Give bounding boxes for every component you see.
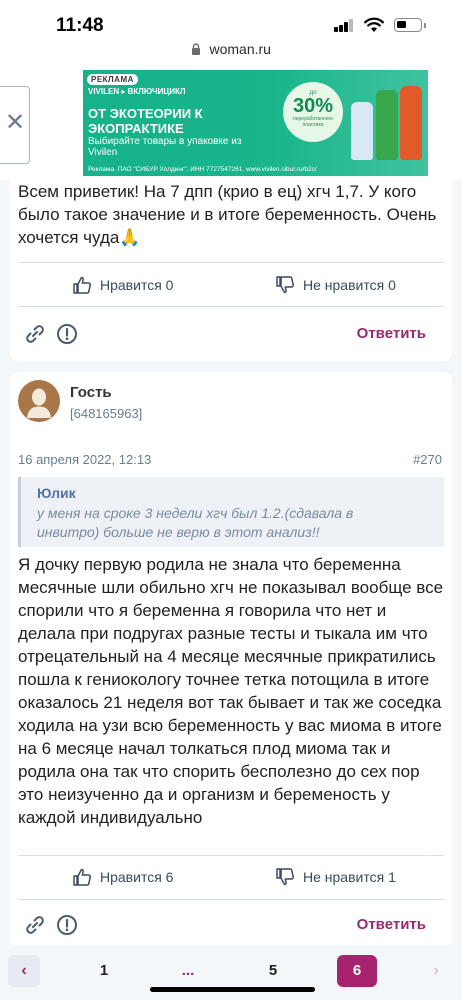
- post-number[interactable]: #270: [413, 452, 442, 467]
- like-label: Нравится 0: [100, 277, 174, 293]
- ad-close-button[interactable]: ✕: [0, 86, 30, 164]
- bottle-image: [400, 86, 422, 160]
- prev-page-button[interactable]: ‹: [8, 955, 40, 987]
- divider: [18, 306, 444, 307]
- ad-badge-pre: до: [309, 90, 317, 96]
- report-icon[interactable]: [56, 914, 78, 936]
- thumbs-up-icon: [73, 276, 92, 294]
- dislike-label: Не нравится 1: [303, 869, 396, 885]
- quote-text: у меня на сроке 3 недели хгч был 1.2.(сд…: [37, 505, 354, 540]
- thumbs-down-icon: [276, 868, 295, 886]
- current-page[interactable]: 6: [337, 955, 377, 987]
- avatar[interactable]: [18, 380, 60, 422]
- page-link-1[interactable]: 1: [89, 955, 119, 987]
- home-indicator: [150, 987, 315, 992]
- user-silhouette-icon: [27, 388, 51, 418]
- like-button[interactable]: Нравится 6: [72, 867, 173, 887]
- thumbs-up-icon: [73, 868, 92, 886]
- link-icon[interactable]: [24, 323, 46, 345]
- ad-legal: Реклама. ПАО "СИБУР Холдинг". ИНН 772754…: [88, 166, 317, 173]
- comment-card: Всем приветик! На 7 дпп (крио в ец) хгч …: [10, 180, 452, 361]
- divider: [18, 262, 444, 263]
- status-bar: 11:48: [0, 0, 462, 40]
- comment-text: Всем приветик! На 7 дпп (крио в ец) хгч …: [18, 182, 437, 247]
- dislike-button[interactable]: Не нравится 1: [275, 867, 396, 887]
- status-time: 11:48: [56, 15, 104, 36]
- post-date: 16 апреля 2022, 12:13: [18, 452, 152, 467]
- quote-block: Юлик у меня на сроке 3 недели хгч был 1.…: [18, 477, 444, 547]
- battery-icon: [394, 18, 426, 32]
- link-icon[interactable]: [24, 914, 46, 936]
- comment-text: Я дочку первую родила не знала что берем…: [18, 555, 444, 827]
- bottle-image: [376, 90, 398, 160]
- ad-area: ✕ РЕКЛАМА VIVILEN ▸ ВКЛЮЧИЦИКЛ ОТ ЭКОТЕО…: [0, 68, 462, 180]
- ad-tag: РЕКЛАМА: [87, 74, 138, 85]
- url-bar[interactable]: woman.ru: [0, 40, 462, 68]
- thumbs-down-icon: [276, 276, 295, 294]
- ad-banner[interactable]: РЕКЛАМА VIVILEN ▸ ВКЛЮЧИЦИКЛ ОТ ЭКОТЕОРИ…: [83, 70, 428, 176]
- dislike-label: Не нравится 0: [303, 277, 396, 293]
- ad-brand: VIVILEN ▸ ВКЛЮЧИЦИКЛ: [88, 87, 186, 96]
- ad-badge: до 30% переработанного пластика: [283, 82, 343, 142]
- author-id: [648165963]: [70, 406, 143, 421]
- page-link-5[interactable]: 5: [258, 955, 288, 987]
- next-page-button[interactable]: ›: [420, 955, 452, 987]
- wifi-icon: [364, 17, 384, 32]
- ad-headline: ОТ ЭКОТЕОРИИ К ЭКОПРАКТИКЕ: [88, 106, 203, 136]
- ad-subtitle: Выбирайте товары в упаковке из Vivilen: [88, 136, 242, 158]
- divider: [18, 899, 444, 900]
- lock-icon: [192, 43, 201, 55]
- divider: [18, 855, 444, 856]
- like-button[interactable]: Нравится 0: [72, 275, 173, 295]
- cellular-signal-icon: [334, 19, 354, 32]
- reply-button[interactable]: Ответить: [357, 325, 426, 342]
- dislike-button[interactable]: Не нравится 0: [275, 275, 396, 295]
- close-icon: ✕: [5, 109, 26, 136]
- like-label: Нравится 6: [100, 869, 174, 885]
- url-text: woman.ru: [209, 40, 271, 57]
- ad-badge-post: переработанного пластика: [293, 116, 333, 128]
- report-icon[interactable]: [56, 323, 78, 345]
- page-ellipsis[interactable]: ...: [173, 955, 203, 987]
- bottle-image: [351, 102, 373, 160]
- author-name[interactable]: Гость: [70, 384, 112, 401]
- comment-card: Гость [648165963] 16 апреля 2022, 12:13 …: [10, 372, 452, 956]
- reply-button[interactable]: Ответить: [357, 916, 426, 933]
- ad-badge-percent: 30%: [292, 95, 334, 117]
- quote-author: Юлик: [37, 485, 76, 501]
